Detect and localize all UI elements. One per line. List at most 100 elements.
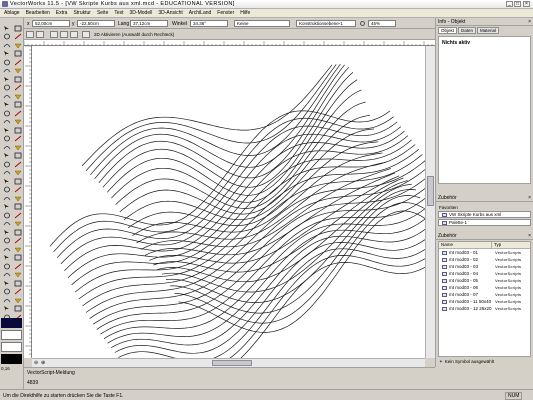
eyedropper-tool-64-icon[interactable] xyxy=(2,296,11,304)
stair-tool-icon[interactable] xyxy=(13,92,22,100)
window-tool-icon[interactable] xyxy=(13,101,22,109)
list-item[interactable]: mt mod03 - 06 VectorScripts xyxy=(439,284,530,291)
view-projection-button[interactable] xyxy=(60,31,68,38)
menu-3d-ansicht[interactable]: 3D-Ansicht xyxy=(158,10,182,16)
dimension-tool-icon[interactable] xyxy=(13,75,22,83)
list-item[interactable]: mt mod03 - 04 VectorScripts xyxy=(439,270,530,277)
attribute-tool-icon[interactable] xyxy=(13,135,22,143)
line-tool-43-icon[interactable] xyxy=(13,203,22,211)
flyover-tool-icon[interactable] xyxy=(13,33,22,41)
menu-text[interactable]: Text xyxy=(114,10,123,16)
line-tool-icon[interactable] xyxy=(13,41,22,49)
menu-ablage[interactable]: Ablage xyxy=(4,10,20,16)
column-tool-58-icon[interactable] xyxy=(2,271,11,279)
door-tool-56-icon[interactable] xyxy=(2,262,11,270)
slab-tool-60-icon[interactable] xyxy=(2,279,11,287)
x-field[interactable]: 52,00cm xyxy=(32,20,70,27)
menu-hilfe[interactable]: Hilfe xyxy=(240,10,250,16)
attribute-tool-65-icon[interactable] xyxy=(13,296,22,304)
close-icon[interactable]: × xyxy=(528,194,531,202)
trim-tool-icon[interactable] xyxy=(13,177,22,185)
door-tool-icon[interactable] xyxy=(2,101,11,109)
window-tool-57-icon[interactable] xyxy=(13,262,22,270)
symbol-tool-icon[interactable] xyxy=(2,84,11,92)
menu-bearbeiten[interactable]: Bearbeiten xyxy=(26,10,50,16)
loft-tool-icon[interactable] xyxy=(2,169,11,177)
menu-struktur[interactable]: Struktur xyxy=(73,10,91,16)
menu-seite[interactable]: Seite xyxy=(97,10,108,16)
arc-tool-47-icon[interactable] xyxy=(13,220,22,228)
sweep-tool-icon[interactable] xyxy=(13,160,22,168)
circle-tool-46-icon[interactable] xyxy=(2,220,11,228)
menu-extra[interactable]: Extra xyxy=(56,10,68,16)
list-item[interactable]: mt mod03 - 11 50x40 VectorScripts xyxy=(439,298,530,305)
rotate-tool-icon[interactable] xyxy=(2,152,11,160)
flyover-tool-41-icon[interactable] xyxy=(13,194,22,202)
line-weight-swatch[interactable] xyxy=(1,354,22,364)
mirror-tool-icon[interactable] xyxy=(13,143,22,151)
spiral-tool-50-icon[interactable] xyxy=(2,237,11,245)
horizontal-scrollbar[interactable]: ⊖ ⊕ xyxy=(32,358,425,367)
stair-tool-55-icon[interactable] xyxy=(13,254,22,262)
column-type[interactable]: Typ xyxy=(491,242,530,248)
favorites-select[interactable]: VW Skripte Kurbs aus xml xyxy=(438,211,531,218)
column-name[interactable]: Name xyxy=(439,242,491,248)
list-item[interactable]: mt mod03 - 03 VectorScripts xyxy=(439,263,530,270)
horizontal-scroll-thumb[interactable] xyxy=(212,360,252,366)
menu-archiland[interactable]: ArchiLand xyxy=(189,10,212,16)
list-item[interactable]: mt mod03 - 05 VectorScripts xyxy=(439,277,530,284)
view-render-button[interactable] xyxy=(50,31,58,38)
zoom-icon[interactable] xyxy=(360,21,365,26)
dimension-tool-51-icon[interactable] xyxy=(13,237,22,245)
length-field[interactable]: 37,12cm xyxy=(130,20,168,27)
angle-field[interactable]: 34,36° xyxy=(190,20,228,27)
extrude-tool-icon[interactable] xyxy=(2,160,11,168)
grid-tool-61-icon[interactable] xyxy=(13,279,22,287)
tab-material[interactable]: Material xyxy=(477,27,500,34)
y-field[interactable]: -22,50cm xyxy=(77,20,115,27)
offset-tool-66-icon[interactable] xyxy=(2,305,11,313)
list-item[interactable]: mt mod03 - 01 VectorScripts xyxy=(439,249,530,256)
pen-color-swatch[interactable] xyxy=(1,330,22,340)
light-tool-63-icon[interactable] xyxy=(13,288,22,296)
selection-tool-38-icon[interactable] xyxy=(2,186,11,194)
list-item[interactable]: mt mod03 - 12 25x20 VectorScripts xyxy=(439,305,530,312)
space-tool-59-icon[interactable] xyxy=(13,271,22,279)
minimize-button[interactable]: _ xyxy=(506,1,513,7)
view-2d-button[interactable] xyxy=(26,31,34,38)
maximize-button[interactable]: □ xyxy=(514,1,521,7)
light-tool-icon[interactable] xyxy=(13,126,22,134)
list-item[interactable]: mt mod03 - 02 VectorScripts xyxy=(439,256,530,263)
view-flyover-button[interactable] xyxy=(36,31,44,38)
zoom-tool-icon[interactable] xyxy=(2,33,11,41)
circle-tool-icon[interactable] xyxy=(2,58,11,66)
close-icon[interactable]: × xyxy=(528,232,531,240)
vertical-scroll-thumb[interactable] xyxy=(427,176,434,206)
vertical-scrollbar[interactable] xyxy=(425,46,435,358)
menu-3d-modell[interactable]: 3D-Modell xyxy=(130,10,153,16)
zoom-out-icon[interactable]: ⊖ xyxy=(34,360,38,366)
wall-tool-53-icon[interactable] xyxy=(13,245,22,253)
tab-daten[interactable]: Daten xyxy=(458,27,477,34)
wall-tool-icon[interactable] xyxy=(13,84,22,92)
drawing-canvas[interactable] xyxy=(32,46,425,358)
pan-tool-39-icon[interactable] xyxy=(13,186,22,194)
polyline-tool-44-icon[interactable] xyxy=(2,211,11,219)
nurbs-tool-icon[interactable] xyxy=(13,169,22,177)
rectangle-tool-45-icon[interactable] xyxy=(13,211,22,219)
camera-tool-62-icon[interactable] xyxy=(2,288,11,296)
spiral-tool-icon[interactable] xyxy=(2,75,11,83)
freehand-tool-49-icon[interactable] xyxy=(13,228,22,236)
polyline-tool-icon[interactable] xyxy=(2,50,11,58)
roof-tool-icon[interactable] xyxy=(2,92,11,100)
zoom-tool-40-icon[interactable] xyxy=(2,194,11,202)
close-button[interactable]: × xyxy=(523,1,530,7)
polygon-tool-48-icon[interactable] xyxy=(2,228,11,236)
roof-tool-54-icon[interactable] xyxy=(2,254,11,262)
view-mode-icon[interactable] xyxy=(82,31,90,38)
zoom-in-icon[interactable]: ⊕ xyxy=(41,360,45,366)
polygon-tool-icon[interactable] xyxy=(2,67,11,75)
arc-tool-icon[interactable] xyxy=(13,58,22,66)
text-tool-icon[interactable] xyxy=(2,41,11,49)
selection-tool-icon[interactable] xyxy=(2,24,11,32)
